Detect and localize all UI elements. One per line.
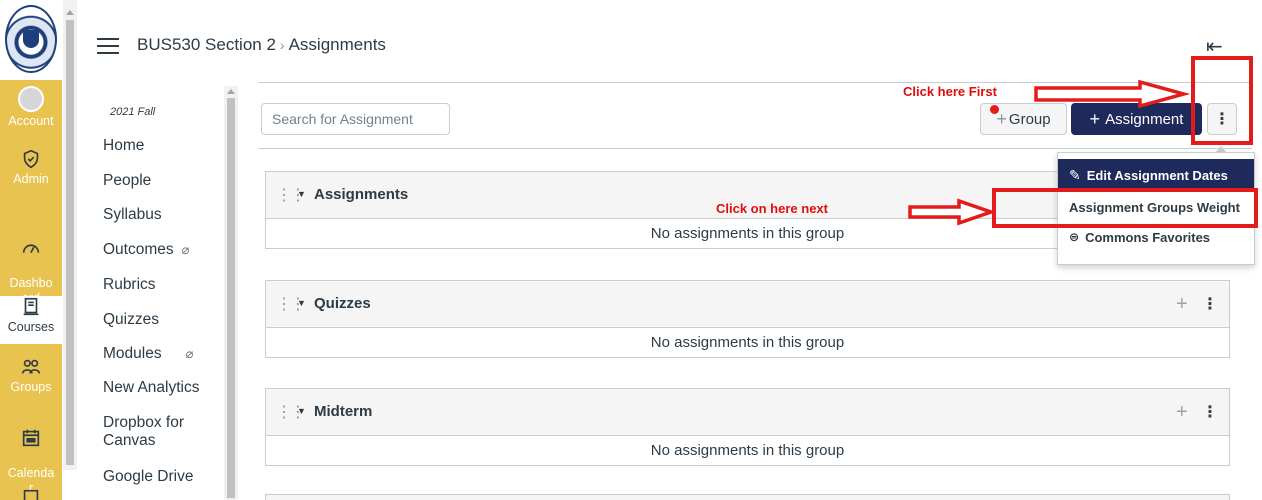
breadcrumb: BUS530 Section 2 › Assignments: [137, 35, 386, 55]
course-nav-scrollbar[interactable]: [224, 86, 238, 500]
search-input[interactable]: [261, 103, 450, 135]
global-nav-scrollbar[interactable]: [63, 0, 77, 470]
groups-icon: [21, 359, 41, 374]
pencil-icon: ✎: [1069, 166, 1081, 183]
group-title: Midterm: [314, 403, 373, 420]
collapse-triangle-icon[interactable]: ▼: [297, 298, 306, 308]
courses-icon: [23, 297, 39, 316]
breadcrumb-separator-icon: ›: [279, 37, 285, 53]
global-nav-groups[interactable]: Groups: [0, 356, 62, 406]
assignment-group-partial: [265, 494, 1230, 500]
scroll-up-icon[interactable]: [227, 89, 235, 94]
group-title: Quizzes: [314, 295, 371, 312]
breadcrumb-course[interactable]: BUS530 Section 2: [137, 35, 276, 54]
scroll-thumb[interactable]: [66, 20, 74, 465]
global-nav-dashboard[interactable]: Dashbo ard: [0, 222, 62, 305]
global-nav-label: Courses: [7, 320, 55, 334]
university-logo[interactable]: [0, 0, 62, 80]
global-nav-calendar[interactable]: Calenda r: [0, 412, 62, 495]
course-nav-people[interactable]: People: [103, 172, 151, 190]
course-nav-dropbox[interactable]: Dropbox for Canvas: [103, 414, 184, 450]
highlight-box-groups-weight: [992, 188, 1258, 228]
global-nav: Account Admin Dashbo ard Courses Groups …: [0, 0, 62, 500]
global-nav-account[interactable]: Account: [0, 86, 62, 142]
emblem-icon: [23, 30, 39, 48]
inbox-icon: [23, 489, 39, 500]
course-menu-toggle[interactable]: [97, 38, 119, 54]
group-empty-text: No assignments in this group: [265, 328, 1230, 358]
global-nav-label: Account: [8, 114, 54, 128]
menu-item-label: Edit Assignment Dates: [1086, 167, 1228, 183]
global-nav-label: Groups: [10, 380, 52, 394]
group-title: Assignments: [314, 186, 409, 203]
course-nav-modules[interactable]: Modules ⌀: [103, 345, 193, 363]
menu-edit-assignment-dates[interactable]: ✎ Edit Assignment Dates: [1058, 159, 1254, 191]
scroll-up-icon[interactable]: [66, 10, 74, 15]
account-icon: [18, 86, 44, 112]
menu-item-label: Commons Favorites: [1085, 229, 1211, 245]
collapse-triangle-icon[interactable]: ▼: [297, 406, 306, 416]
course-nav-google-drive[interactable]: Google Drive: [103, 468, 193, 486]
add-group-label: Group: [1008, 110, 1051, 128]
divider: [258, 148, 1252, 149]
annotation-first: Click here First: [903, 84, 997, 99]
add-to-group-icon[interactable]: +: [1176, 401, 1188, 424]
arrow-right-icon: [908, 198, 995, 226]
commons-icon: ⊜: [1069, 230, 1080, 244]
group-kebab-icon[interactable]: ⋮: [1202, 294, 1218, 314]
global-nav-courses[interactable]: Courses: [0, 296, 62, 344]
assignment-group: ⋮⋮ ▼ Midterm + ⋮ No assignments in this …: [265, 388, 1230, 466]
course-nav-label: Modules: [103, 345, 162, 362]
course-nav-label: Outcomes: [103, 241, 174, 258]
hamburger-icon: [97, 38, 119, 40]
group-header[interactable]: ⋮⋮ ▼ Midterm + ⋮: [265, 388, 1230, 436]
group-kebab-icon[interactable]: ⋮: [1202, 402, 1218, 422]
global-nav-inbox[interactable]: [0, 488, 62, 500]
pointer-dot: [990, 105, 999, 114]
course-nav-rubrics[interactable]: Rubrics: [103, 276, 156, 294]
scroll-thumb[interactable]: [227, 98, 235, 498]
course-nav-outcomes[interactable]: Outcomes ⌀: [103, 241, 189, 259]
calendar-icon: [22, 429, 40, 447]
dashboard-icon: [22, 244, 40, 253]
annotation-next: Click on here next: [716, 201, 828, 216]
highlight-box-kebab: [1191, 56, 1253, 145]
global-nav-label: Admin: [13, 172, 49, 186]
breadcrumb-page: Assignments: [288, 35, 386, 54]
course-nav-syllabus[interactable]: Syllabus: [103, 206, 162, 224]
arrow-right-icon: [1034, 79, 1190, 109]
course-nav-quizzes[interactable]: Quizzes: [103, 311, 159, 329]
collapse-triangle-icon[interactable]: ▼: [297, 189, 306, 199]
term-label: 2021 Fall: [110, 106, 156, 118]
plus-icon: +: [1089, 108, 1101, 129]
group-empty-text: No assignments in this group: [265, 436, 1230, 466]
eye-off-icon: ⌀: [185, 346, 194, 361]
course-nav-home[interactable]: Home: [103, 137, 144, 155]
add-to-group-icon[interactable]: +: [1176, 293, 1188, 316]
global-nav-admin[interactable]: Admin: [0, 148, 62, 200]
add-assignment-label: Assignment: [1105, 110, 1184, 128]
assignment-group: ⋮⋮ ▼ Quizzes + ⋮ No assignments in this …: [265, 280, 1230, 358]
admin-shield-icon: [23, 149, 39, 169]
group-header[interactable]: ⋮⋮ ▼ Quizzes + ⋮: [265, 280, 1230, 328]
course-nav-new-analytics[interactable]: New Analytics: [103, 379, 199, 397]
eye-off-icon: ⌀: [181, 242, 190, 257]
